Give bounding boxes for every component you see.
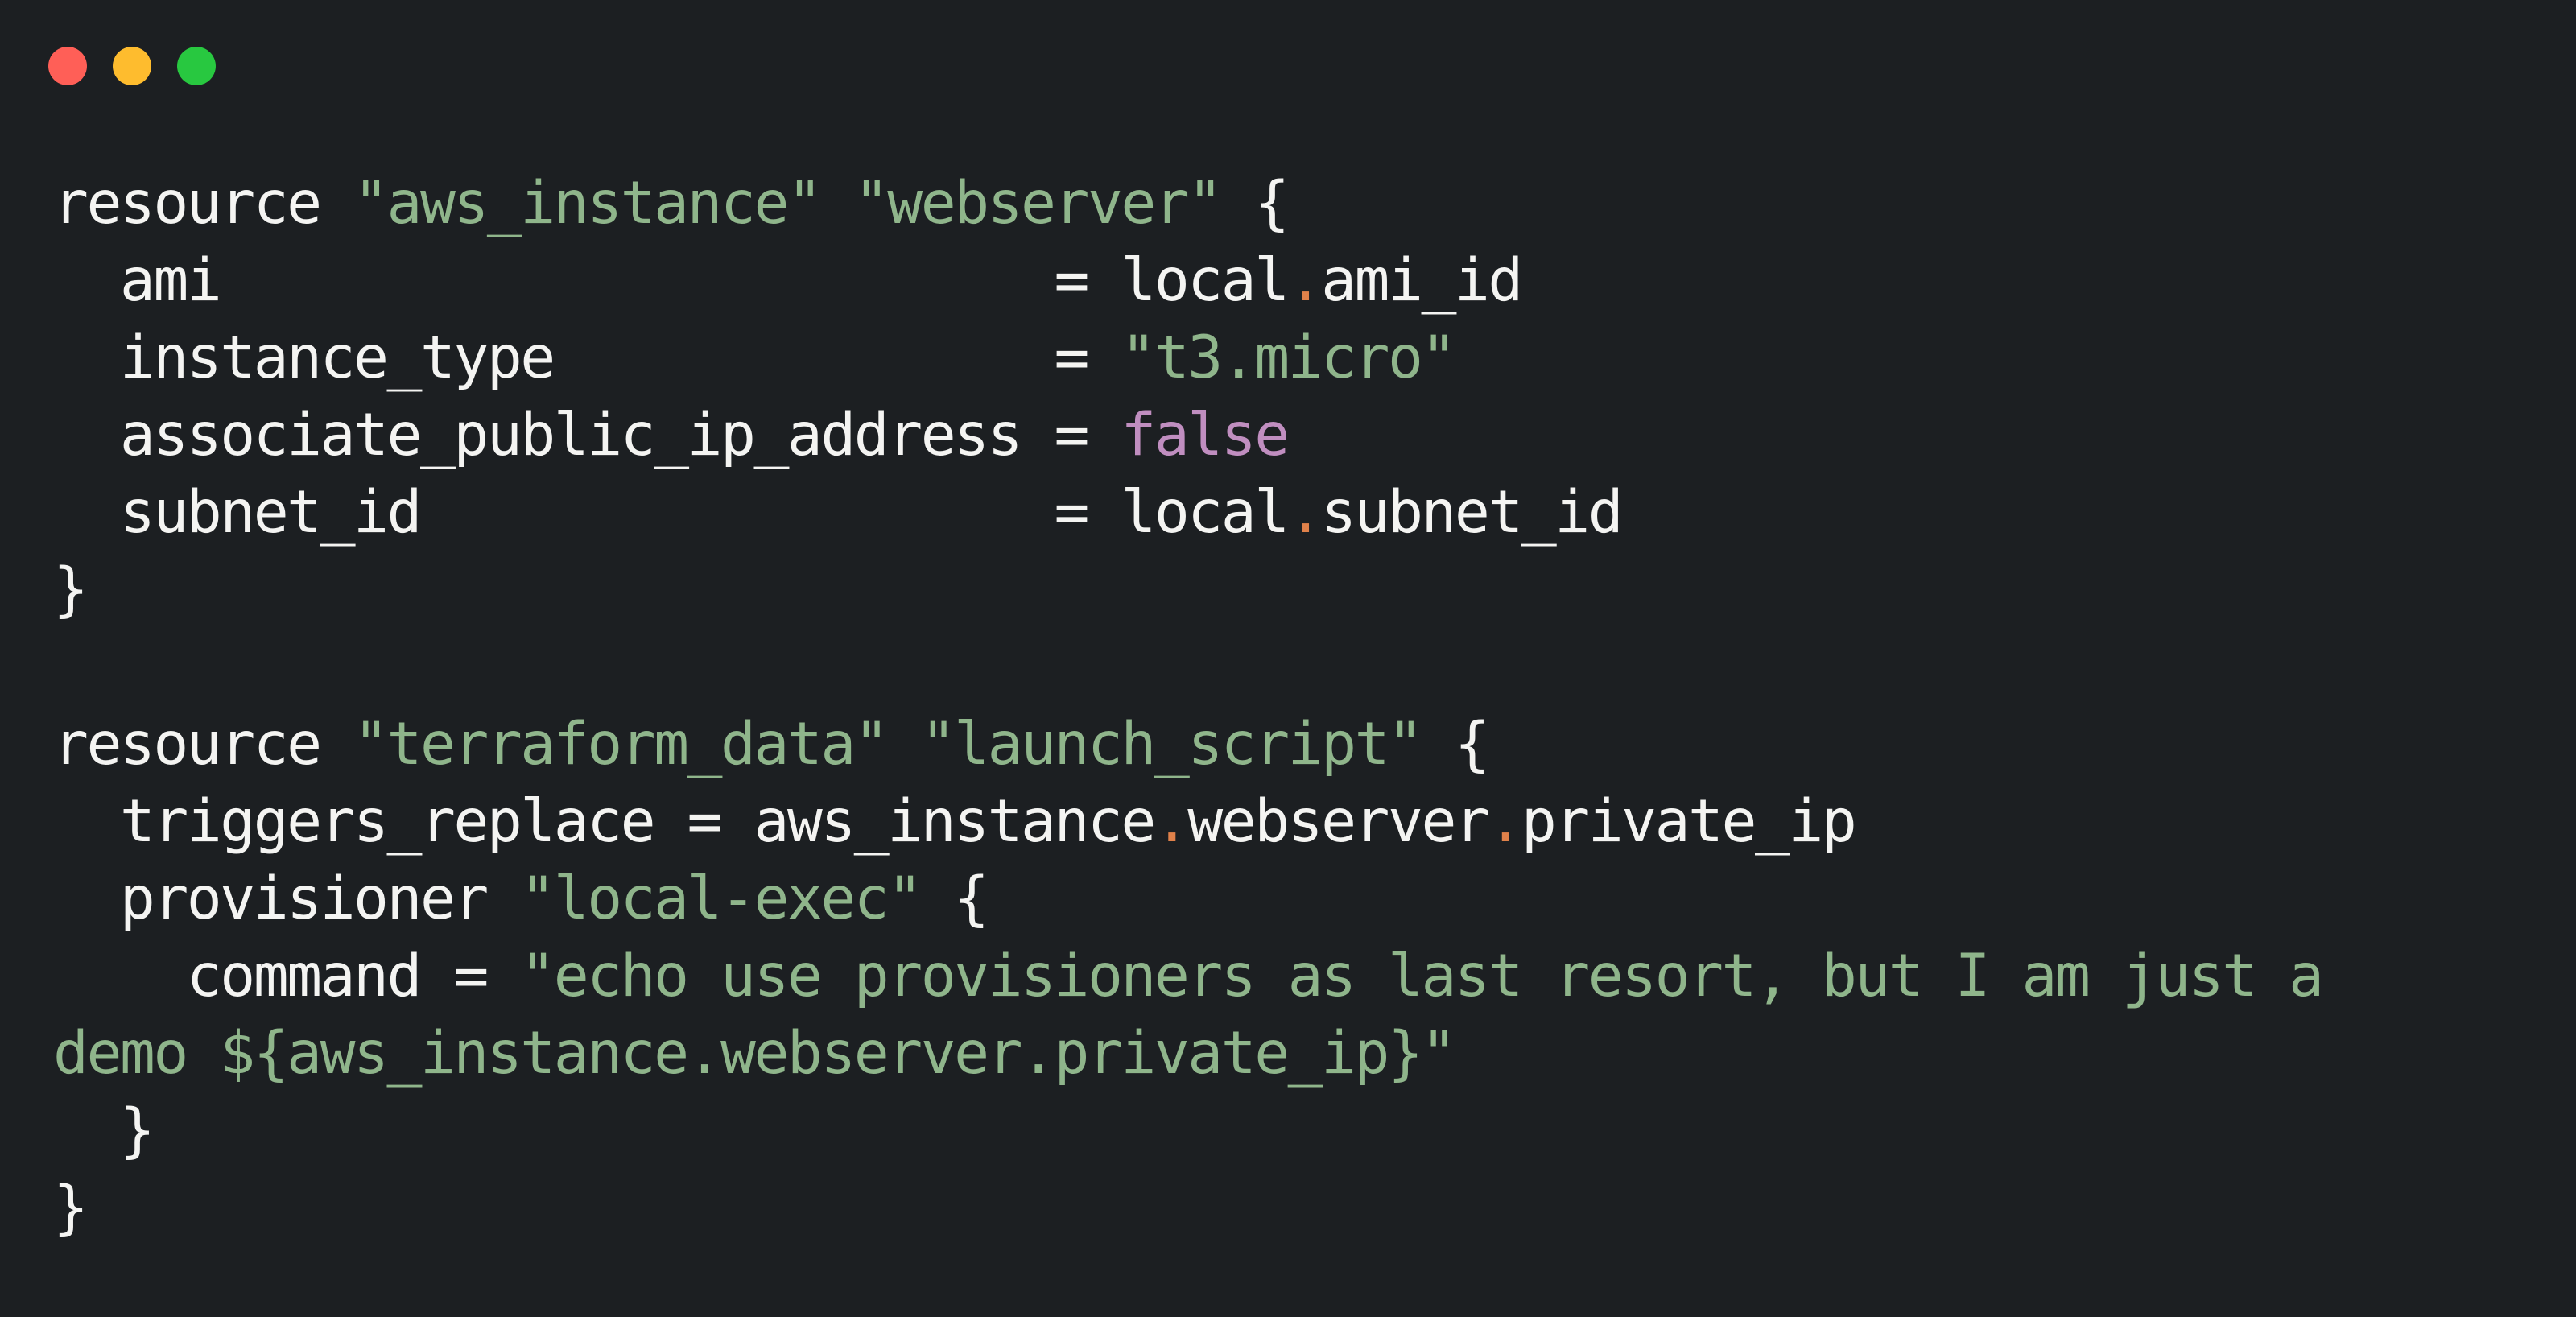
- code-token: resource: [53, 710, 354, 778]
- code-line: }: [53, 1092, 2322, 1170]
- code-token: instance_type =: [53, 324, 1121, 392]
- code-line: }: [53, 1170, 2322, 1247]
- code-line: resource "aws_instance" "webserver" {: [53, 165, 2322, 242]
- code-token: command =: [53, 942, 521, 1010]
- code-token: resource: [53, 169, 354, 237]
- code-token: .: [1287, 478, 1323, 547]
- minimize-window-button[interactable]: [113, 47, 151, 85]
- code-token: ami_id: [1321, 246, 1523, 315]
- code-token: webserver: [1187, 787, 1490, 856]
- code-token: triggers_replace = aws_instance: [53, 787, 1156, 856]
- code-token: "echo use provisioners as last resort, b…: [520, 942, 2324, 1010]
- window-controls: [48, 47, 216, 85]
- code-line: provisioner "local-exec" {: [53, 861, 2322, 938]
- code-line: }: [53, 551, 2322, 629]
- code-line: associate_public_ip_address = false: [53, 397, 2322, 474]
- code-snippet-window: resource "aws_instance" "webserver" { am…: [0, 0, 2576, 1317]
- code-token: "launch_script": [920, 710, 1423, 778]
- code-token: {: [1220, 169, 1290, 237]
- zoom-window-button[interactable]: [177, 47, 216, 85]
- code-token: private_ip: [1521, 787, 1857, 856]
- code-token: .: [1287, 246, 1323, 315]
- code-token: }: [53, 1174, 89, 1242]
- code-token: demo ${aws_instance.webserver.private_ip…: [53, 1019, 1456, 1088]
- code-token: "webserver": [853, 169, 1223, 237]
- code-line: demo ${aws_instance.webserver.private_ip…: [53, 1015, 2322, 1092]
- code-line: triggers_replace = aws_instance.webserve…: [53, 783, 2322, 861]
- code-token: ami = local: [53, 246, 1290, 315]
- code-token: subnet_id: [1321, 478, 1624, 547]
- code-token: .: [1488, 787, 1523, 856]
- code-line: ami = local.ami_id: [53, 242, 2322, 320]
- code-line: command = "echo use provisioners as last…: [53, 938, 2324, 1015]
- code-token: "local-exec": [520, 865, 923, 933]
- code-token: provisioner: [53, 865, 521, 933]
- code-token: false: [1121, 401, 1290, 469]
- code-token: associate_public_ip_address =: [53, 401, 1121, 469]
- code-token: "t3.micro": [1121, 324, 1456, 392]
- code-block: resource "aws_instance" "webserver" { am…: [53, 165, 2324, 1247]
- code-token: }: [53, 1096, 155, 1165]
- code-token: "terraform_data": [353, 710, 890, 778]
- code-token: }: [53, 555, 89, 624]
- code-token: .: [1154, 787, 1190, 856]
- code-token: "aws_instance": [353, 169, 823, 237]
- code-token: {: [1421, 710, 1490, 778]
- code-token: subnet_id = local: [53, 478, 1290, 547]
- code-line: resource "terraform_data" "launch_script…: [53, 706, 2322, 783]
- close-window-button[interactable]: [48, 47, 87, 85]
- code-line: subnet_id = local.subnet_id: [53, 474, 2322, 551]
- code-token: {: [920, 865, 989, 933]
- code-line: instance_type = "t3.micro": [53, 320, 2322, 397]
